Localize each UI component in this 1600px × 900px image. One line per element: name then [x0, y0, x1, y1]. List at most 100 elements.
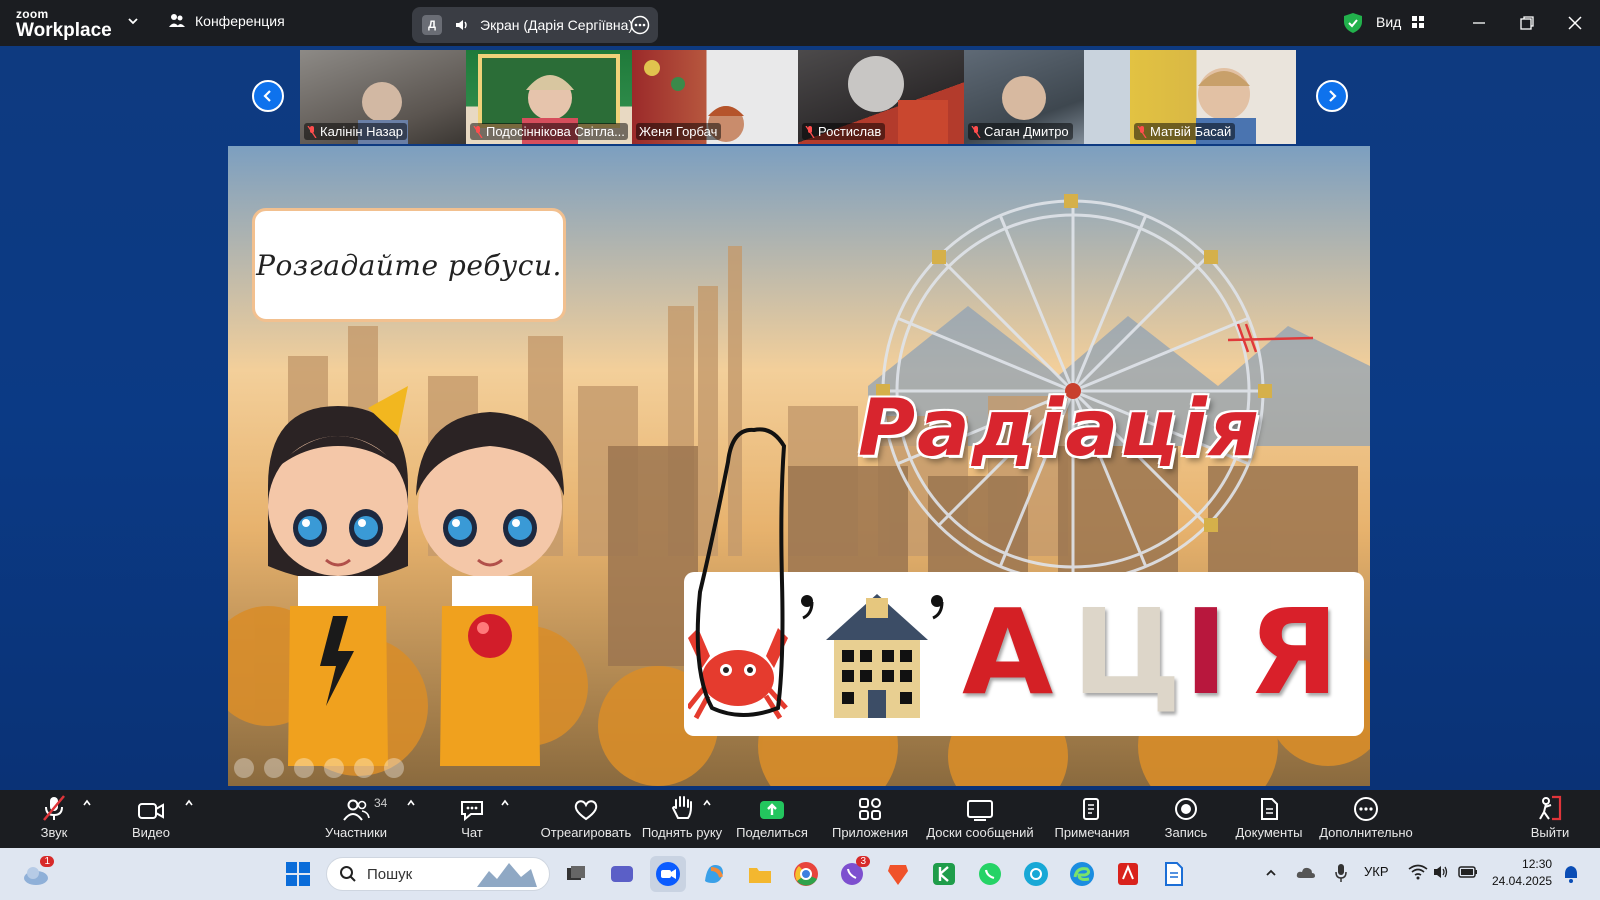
notes-button[interactable]: Примечания — [1046, 790, 1138, 848]
mic-off-icon — [971, 125, 981, 138]
audio-button[interactable]: Звук — [34, 790, 74, 848]
whatsapp-icon — [979, 863, 1001, 885]
chat-icon — [461, 801, 483, 822]
rebus-panel: А Ц І Я — [684, 427, 1364, 736]
mic-off-icon — [307, 125, 317, 138]
close-icon[interactable] — [1566, 14, 1584, 32]
rebus-letter: І — [1184, 583, 1228, 721]
chevron-up-icon[interactable] — [1264, 866, 1278, 880]
language-indicator[interactable]: УКР — [1364, 864, 1389, 879]
video-button[interactable]: Видео — [128, 790, 174, 848]
play-slide-button[interactable] — [264, 758, 284, 778]
grid-view-icon — [1412, 16, 1425, 28]
taskbar-app[interactable] — [972, 856, 1008, 892]
whiteboards-button[interactable]: Доски сообщений — [924, 790, 1036, 848]
docs-button[interactable]: Документы — [1234, 790, 1304, 848]
participants-icon — [343, 799, 370, 821]
share-label: Поделиться — [736, 825, 808, 840]
copilot-icon — [705, 865, 723, 883]
taskbar-app[interactable]: 3 — [834, 856, 870, 892]
react-label: Отреагировать — [540, 825, 632, 840]
microphone-icon[interactable] — [1334, 863, 1348, 883]
more-slide-button[interactable] — [384, 758, 404, 778]
zoom-slide-button[interactable] — [354, 758, 374, 778]
taskbar-app[interactable] — [1156, 856, 1192, 892]
taskbar-app[interactable] — [1064, 856, 1100, 892]
shared-screen[interactable]: Розгадайте ребуси. Радіація А Ц І Я — [228, 146, 1370, 786]
zoom-logo: zoom Workplace — [16, 8, 112, 40]
apps-button[interactable]: Приложения — [830, 790, 910, 848]
taskbar-app[interactable] — [926, 856, 962, 892]
hand-icon — [671, 796, 692, 819]
view-button[interactable]: Вид — [1376, 14, 1425, 30]
system-clock[interactable]: 12:30 24.04.2025 — [1492, 856, 1552, 890]
canva-icon — [1024, 862, 1048, 886]
drawing-annotation — [695, 427, 787, 717]
leave-icon — [1539, 795, 1562, 821]
prev-slide-button[interactable] — [234, 758, 254, 778]
participant-name-tag: Ростислав — [802, 123, 886, 140]
video-label: Видео — [132, 825, 170, 840]
start-button[interactable] — [280, 856, 316, 892]
onedrive-icon[interactable] — [1296, 864, 1316, 880]
chevron-up-icon[interactable] — [702, 798, 712, 808]
pen-tool-button[interactable] — [294, 758, 314, 778]
more-label: Дополнительно — [1319, 825, 1413, 840]
leave-button[interactable]: Выйти — [1528, 790, 1572, 848]
volume-icon[interactable] — [1432, 864, 1450, 880]
meeting-toolbar: Звук Видео Участники 34 Чат Отреагироват… — [0, 790, 1600, 848]
chevron-down-icon[interactable] — [126, 14, 140, 28]
task-instruction: Розгадайте ребуси. — [252, 208, 566, 322]
weather-widget[interactable]: 1 — [18, 856, 54, 892]
slideshow-controls — [234, 758, 404, 778]
prev-page-button[interactable] — [252, 80, 284, 112]
folder-icon — [749, 868, 771, 883]
taskbar-app[interactable] — [880, 856, 916, 892]
taskbar-app-zoom[interactable] — [650, 856, 686, 892]
chevron-up-icon[interactable] — [82, 798, 92, 808]
shield-check-icon[interactable] — [1342, 12, 1364, 34]
taskbar-app[interactable] — [696, 856, 732, 892]
minimize-icon[interactable] — [1470, 14, 1488, 32]
video-tile[interactable]: Калінін Назар — [300, 50, 466, 144]
taskbar-app[interactable] — [1110, 856, 1146, 892]
notification-badge: 3 — [856, 856, 870, 867]
wifi-icon[interactable] — [1408, 864, 1428, 880]
docs-label: Документы — [1235, 825, 1303, 840]
more-options-icon[interactable] — [630, 15, 650, 35]
document-icon — [1261, 798, 1278, 820]
restore-icon[interactable] — [1518, 14, 1536, 32]
next-page-button[interactable] — [1316, 80, 1348, 112]
taskbar-app[interactable] — [1018, 856, 1054, 892]
screen-share-indicator[interactable]: Д Экран (Дарія Сергіївна) — [412, 7, 658, 43]
participant-name-tag: Калінін Назар — [304, 123, 408, 140]
video-tile[interactable]: Матвій Басай — [1130, 50, 1296, 144]
raise-hand-button[interactable]: Поднять руку — [630, 790, 734, 848]
participant-name: Ростислав — [818, 124, 882, 139]
video-tile[interactable]: Женя Горбач — [632, 50, 798, 144]
chevron-up-icon[interactable] — [184, 798, 194, 808]
video-tile[interactable]: Подосіннікова Світла... — [466, 50, 632, 144]
bell-icon[interactable] — [1562, 864, 1580, 884]
conference-menu[interactable]: Конференция — [168, 13, 285, 29]
taskbar-search[interactable]: Пошук — [326, 857, 550, 891]
react-button[interactable]: Отреагировать — [526, 790, 646, 848]
video-tile[interactable]: Саган Дмитро — [964, 50, 1130, 144]
record-button[interactable]: Запись — [1160, 790, 1212, 848]
more-button[interactable]: Дополнительно — [1318, 790, 1414, 848]
taskbar-app[interactable] — [788, 856, 824, 892]
slides-grid-button[interactable] — [324, 758, 344, 778]
task-view-button[interactable] — [558, 856, 594, 892]
taskbar-app[interactable] — [604, 856, 640, 892]
participant-name: Калінін Назар — [320, 124, 404, 139]
battery-icon[interactable] — [1458, 865, 1478, 879]
share-button[interactable]: Поделиться — [734, 790, 810, 848]
participant-strip: Калінін Назар Подосіннікова Світла... Же… — [300, 50, 1300, 144]
edge-icon — [1070, 862, 1094, 886]
taskbar-app[interactable] — [742, 856, 778, 892]
participant-name-tag: Женя Горбач — [636, 123, 722, 140]
chat-button[interactable]: Чат — [454, 790, 490, 848]
video-tile[interactable]: Ростислав — [798, 50, 964, 144]
chevron-up-icon[interactable] — [500, 798, 510, 808]
chevron-up-icon[interactable] — [406, 798, 416, 808]
